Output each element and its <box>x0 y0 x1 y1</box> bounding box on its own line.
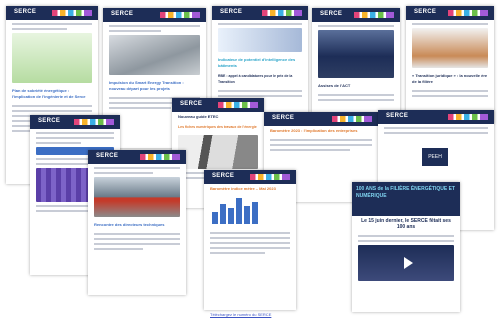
brand-logo: SERCE <box>14 9 37 15</box>
peeh-badge: PEEH <box>422 148 448 166</box>
newsletter-card-11: SERCE Baromètre indice mètre – Mai 2023 <box>204 170 296 310</box>
event-photo <box>318 30 394 78</box>
newsletter-card-10: SERCE Rencontre des directeurs technique… <box>88 150 186 295</box>
footer-link[interactable]: Téléchargez le numéro du SERCE <box>210 312 271 317</box>
newsletter-title: Le 15 juin dernier, le SERCE fêtait ses … <box>361 218 451 230</box>
play-icon[interactable] <box>404 257 413 269</box>
newsletter-title: Rencontre des directeurs techniques <box>94 222 165 227</box>
newsletter-title: Assises de l'ACT <box>318 83 351 88</box>
newsletter-title: Indicateur de potentiel d'intelligence d… <box>218 57 296 68</box>
newsletter-title: Impulsion du Smart Energy Transition : n… <box>109 80 184 91</box>
newsletter-title: Plan de sobriété énergétique : l'implica… <box>12 88 86 99</box>
newsletter-title: Baromètre indice mètre – Mai 2023 <box>210 186 276 191</box>
illustration-image <box>12 33 92 83</box>
anniversary-banner: 100 ANS de la FILIÈRE ÉNERGÉTIQUE ET NUM… <box>352 182 460 216</box>
newsletter-header: SERCE <box>6 6 98 20</box>
newsletter-card-12: 100 ANS de la FILIÈRE ÉNERGÉTIQUE ET NUM… <box>352 182 460 312</box>
newsletter-title: « Transition juridique » : la nouvelle è… <box>412 73 488 84</box>
newsletter-title: Nouveau guide ETEC <box>178 114 219 119</box>
building-photo <box>109 35 200 75</box>
newsletter-title: Baromètre 2023 : l'implication des entre… <box>270 128 358 133</box>
blocks-photo <box>412 28 488 68</box>
guide-cards-image <box>178 135 258 169</box>
newsletter-card-4: SERCE Assises de l'ACT <box>312 8 400 114</box>
newsletter-card-5: SERCE « Transition juridique » : la nouv… <box>406 6 494 124</box>
video-thumbnail[interactable] <box>358 245 454 281</box>
tablet-image <box>218 28 302 52</box>
brand-dots <box>52 10 92 16</box>
train-photo <box>94 177 180 217</box>
bar-chart-image <box>212 198 288 228</box>
